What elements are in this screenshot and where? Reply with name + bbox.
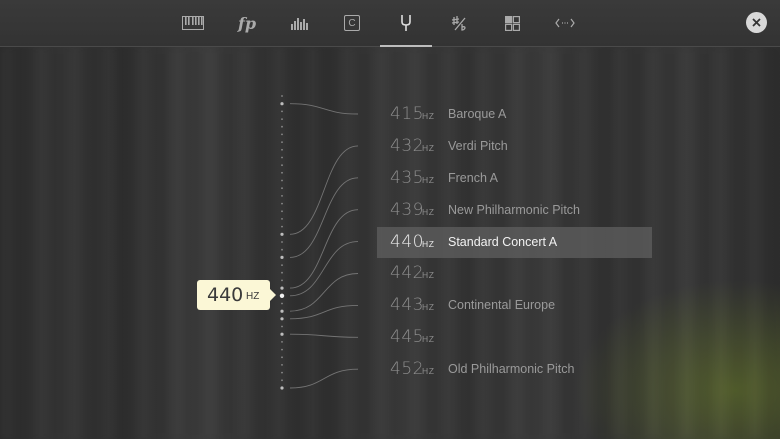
pitch-label: Continental Europe bbox=[448, 298, 556, 312]
scale-tick bbox=[281, 118, 283, 120]
scale-tick bbox=[279, 293, 285, 298]
pitch-frequency: 415 bbox=[390, 104, 424, 124]
pitch-row-435[interactable]: 435 HZ French A bbox=[377, 163, 652, 194]
scale-tick bbox=[281, 156, 283, 159]
pitch-frequency: 442 bbox=[390, 263, 424, 283]
scale-tick bbox=[280, 286, 284, 290]
scale-tick bbox=[281, 271, 283, 274]
scale-tick bbox=[280, 332, 284, 336]
scale-tick bbox=[281, 379, 283, 382]
scale-tick bbox=[280, 255, 284, 259]
pitch-row-440[interactable]: 440 HZ Standard Concert A bbox=[377, 227, 652, 258]
scale-tick bbox=[281, 241, 283, 243]
scale-tick bbox=[281, 264, 283, 266]
scale-tick bbox=[280, 386, 284, 390]
scale-tick bbox=[281, 341, 283, 343]
pitch-unit: HZ bbox=[422, 111, 435, 121]
current-pitch-badge[interactable]: 440 HZ bbox=[197, 280, 276, 310]
scale-connectors bbox=[289, 103, 359, 389]
pitch-row-439[interactable]: 439 HZ New Philharmonic Pitch bbox=[377, 195, 652, 226]
scale-tick bbox=[281, 148, 283, 151]
scale-tick bbox=[281, 195, 283, 197]
scale-tick bbox=[281, 95, 283, 97]
scale-tick bbox=[281, 133, 283, 136]
pitch-frequency: 443 bbox=[390, 295, 424, 315]
scale-tick bbox=[281, 125, 283, 128]
pitch-row-432[interactable]: 432 HZ Verdi Pitch bbox=[377, 131, 652, 162]
scale-tick bbox=[281, 218, 283, 220]
scale-tick bbox=[281, 325, 283, 328]
scale-tick bbox=[281, 364, 283, 366]
pitch-unit: HZ bbox=[422, 270, 435, 280]
scale-tick bbox=[281, 225, 283, 228]
scale-tick bbox=[281, 210, 283, 213]
scale-tick bbox=[281, 302, 283, 305]
scale-tick bbox=[280, 309, 284, 313]
scale-tick bbox=[281, 348, 283, 351]
scale-connector bbox=[289, 145, 359, 235]
pitch-frequency: 439 bbox=[390, 200, 424, 220]
scale-tick bbox=[281, 187, 283, 190]
pitch-unit: HZ bbox=[422, 302, 435, 312]
pitch-row-452[interactable]: 452 HZ Old Philharmonic Pitch bbox=[377, 354, 652, 385]
scale-ticks bbox=[279, 95, 285, 390]
current-pitch-unit: HZ bbox=[246, 291, 260, 302]
current-pitch-value: 440 bbox=[207, 284, 244, 306]
scale-tick bbox=[281, 248, 283, 251]
scale-tick bbox=[281, 356, 283, 359]
pitch-label: Standard Concert A bbox=[448, 235, 558, 249]
scale-tick bbox=[281, 171, 283, 174]
scale-connector bbox=[289, 368, 359, 389]
pitch-unit: HZ bbox=[422, 239, 435, 249]
pitch-frequency: 440 bbox=[390, 232, 424, 252]
pitch-row-415[interactable]: 415 HZ Baroque A bbox=[377, 99, 652, 130]
pitch-row-442[interactable]: 442 HZ bbox=[377, 258, 652, 289]
scale-tick bbox=[280, 102, 284, 106]
pitch-label: French A bbox=[448, 171, 499, 185]
scale-connector bbox=[289, 304, 359, 320]
pitch-frequency: 432 bbox=[390, 136, 424, 156]
scale-tick bbox=[281, 110, 283, 113]
pitch-label: Baroque A bbox=[448, 107, 507, 121]
scale-tick bbox=[281, 279, 283, 282]
pitch-unit: HZ bbox=[422, 207, 435, 217]
pitch-row-443[interactable]: 443 HZ Continental Europe bbox=[377, 290, 652, 321]
pitch-frequency: 445 bbox=[390, 327, 424, 347]
pitch-label: New Philharmonic Pitch bbox=[448, 203, 580, 217]
scale-tick bbox=[281, 141, 283, 144]
scale-connector bbox=[289, 333, 359, 338]
pitch-unit: HZ bbox=[422, 366, 435, 376]
scale-tick bbox=[281, 164, 283, 167]
scale-connector bbox=[289, 209, 359, 289]
pitch-frequency: 452 bbox=[390, 359, 424, 379]
scale-connector bbox=[289, 103, 359, 115]
pitch-unit: HZ bbox=[422, 334, 435, 344]
pitch-label: Old Philharmonic Pitch bbox=[448, 362, 575, 376]
scale-tick bbox=[281, 179, 283, 182]
pitch-unit: HZ bbox=[422, 143, 435, 153]
pitch-row-445[interactable]: 445 HZ bbox=[377, 322, 652, 353]
scale-tick bbox=[280, 232, 284, 236]
scale-tick bbox=[281, 371, 283, 374]
pitch-frequency: 435 bbox=[390, 168, 424, 188]
pitch-unit: HZ bbox=[422, 175, 435, 185]
pitch-label: Verdi Pitch bbox=[448, 139, 508, 153]
scale-tick bbox=[280, 317, 284, 321]
scale-tick bbox=[281, 202, 283, 205]
